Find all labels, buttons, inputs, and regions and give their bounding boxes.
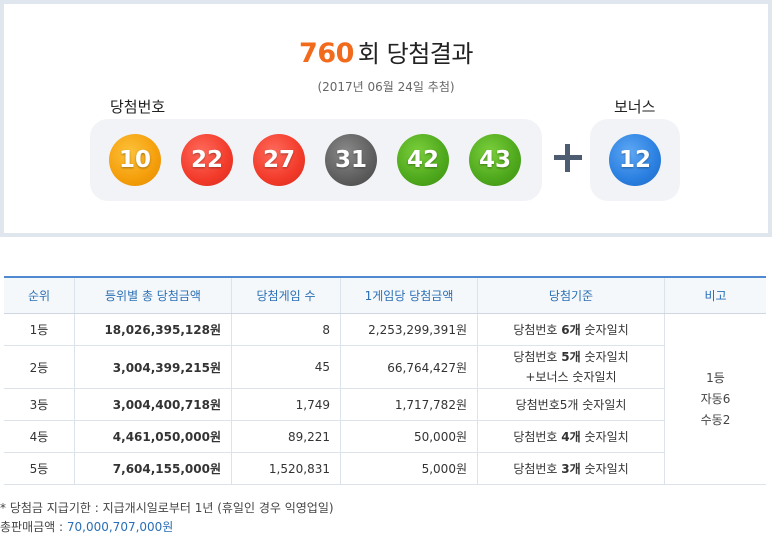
round-title-suffix: 회 당첨결과 [357,40,474,68]
rank-cell: 2등 [4,345,75,389]
winning-games-cell: 89,221 [231,420,341,453]
total-prize-cell: 3,004,399,215원 [74,345,232,389]
total-sales: 총판매금액 : 70,000,707,000원 [0,518,173,535]
bonus-ball: 12 [609,134,661,186]
winning-ball-6: 43 [469,134,521,186]
criteria-count: 3개 [561,461,581,476]
bonus-label: 보너스 [614,98,656,116]
criteria-prefix: 당첨번호 [513,461,562,476]
criteria-count: 5개 [559,397,579,412]
rank-cell: 5등 [4,452,75,485]
winning-games-cell: 45 [231,345,341,389]
prize-per-game-cell: 1,717,782원 [340,388,478,421]
rank-cell: 4등 [4,420,75,453]
round-number: 760 [299,38,354,69]
rank-cell: 1등 [4,313,75,346]
criteria-prefix: 당첨번호 [515,397,560,412]
payout-deadline-notice: * 당첨금 지급기한 : 지급개시일로부터 1년 (휴일인 경우 익영업일) [0,501,334,515]
criteria-count: 6개 [561,322,581,337]
header-prize-per-game: 1게임당 당첨금액 [340,276,478,314]
winning-numbers-panel: 10 22 27 31 42 43 [90,119,542,201]
winning-ball-3: 27 [253,134,305,186]
prize-per-game-cell: 2,253,299,391원 [340,313,478,346]
total-prize-cell: 3,004,400,718원 [74,388,232,421]
header-rank: 순위 [4,276,75,314]
plus-icon [550,140,586,176]
criteria-prefix: 당첨번호 [513,350,562,364]
criteria-suffix: 숫자일치 [580,350,629,364]
criteria-count: 4개 [561,429,581,444]
total-prize-cell: 18,026,395,128원 [74,313,232,346]
note-line: 1등 [706,370,725,385]
winning-ball-4: 31 [325,134,377,186]
criteria-cell: 당첨번호 6개 숫자일치 [477,313,665,346]
winning-games-cell: 8 [231,313,341,346]
criteria-bonus-line: +보너스 숫자일치 [525,370,617,384]
total-sales-value: 70,000,707,000원 [66,520,174,534]
prize-table-header: 순위 등위별 총 당첨금액 당첨게임 수 1게임당 당첨금액 당첨기준 비고 [4,276,766,314]
header-winning-games: 당첨게임 수 [231,276,341,314]
header-total-prize: 등위별 총 당첨금액 [74,276,232,314]
prize-per-game-cell: 66,764,427원 [340,345,478,389]
header-note: 비고 [664,276,766,314]
table-row: 5등 7,604,155,000원 1,520,831 5,000원 당첨번호 … [4,452,766,485]
criteria-prefix: 당첨번호 [513,322,562,337]
winning-ball-5: 42 [397,134,449,186]
criteria-cell: 당첨번호 5개 숫자일치 +보너스 숫자일치 [477,345,665,389]
criteria-count: 5개 [561,350,581,364]
criteria-prefix: 당첨번호 [513,429,562,444]
header-criteria: 당첨기준 [477,276,665,314]
criteria-cell: 당첨번호 3개 숫자일치 [477,452,665,485]
criteria-cell: 당첨번호 4개 숫자일치 [477,420,665,453]
bonus-number-panel: 12 [590,119,680,201]
total-prize-cell: 7,604,155,000원 [74,452,232,485]
table-row: 2등 3,004,399,215원 45 66,764,427원 당첨번호 5개… [4,345,766,389]
draw-date: (2017년 06월 24일 추첨) [317,80,455,94]
note-cell: 1등 자동6 수동2 [664,313,766,485]
criteria-suffix: 숫자일치 [580,322,629,337]
draw-result-panel: 760 회 당첨결과 (2017년 06월 24일 추첨) 당첨번호 보너스 10… [0,0,772,237]
prize-per-game-cell: 50,000원 [340,420,478,453]
winning-games-cell: 1,520,831 [231,452,341,485]
round-title: 760 회 당첨결과 [4,34,768,69]
criteria-suffix: 숫자일치 [580,461,629,476]
table-row: 4등 4,461,050,000원 89,221 50,000원 당첨번호 4개… [4,420,766,453]
winning-ball-1: 10 [109,134,161,186]
winning-numbers-label: 당첨번호 [110,98,166,116]
criteria-cell: 당첨번호5개 숫자일치 [477,388,665,421]
total-prize-cell: 4,461,050,000원 [74,420,232,453]
winning-ball-2: 22 [181,134,233,186]
criteria-suffix: 숫자일치 [578,397,627,412]
rank-cell: 3등 [4,388,75,421]
prize-table: 순위 등위별 총 당첨금액 당첨게임 수 1게임당 당첨금액 당첨기준 비고 1… [4,276,766,485]
winning-games-cell: 1,749 [231,388,341,421]
table-row: 3등 3,004,400,718원 1,749 1,717,782원 당첨번호5… [4,388,766,421]
criteria-suffix: 숫자일치 [580,429,629,444]
table-row: 1등 18,026,395,128원 8 2,253,299,391원 당첨번호… [4,313,766,485]
note-line: 수동2 [700,412,731,427]
prize-per-game-cell: 5,000원 [340,452,478,485]
note-line: 자동6 [700,391,731,406]
total-sales-label: 총판매금액 : [0,520,67,534]
